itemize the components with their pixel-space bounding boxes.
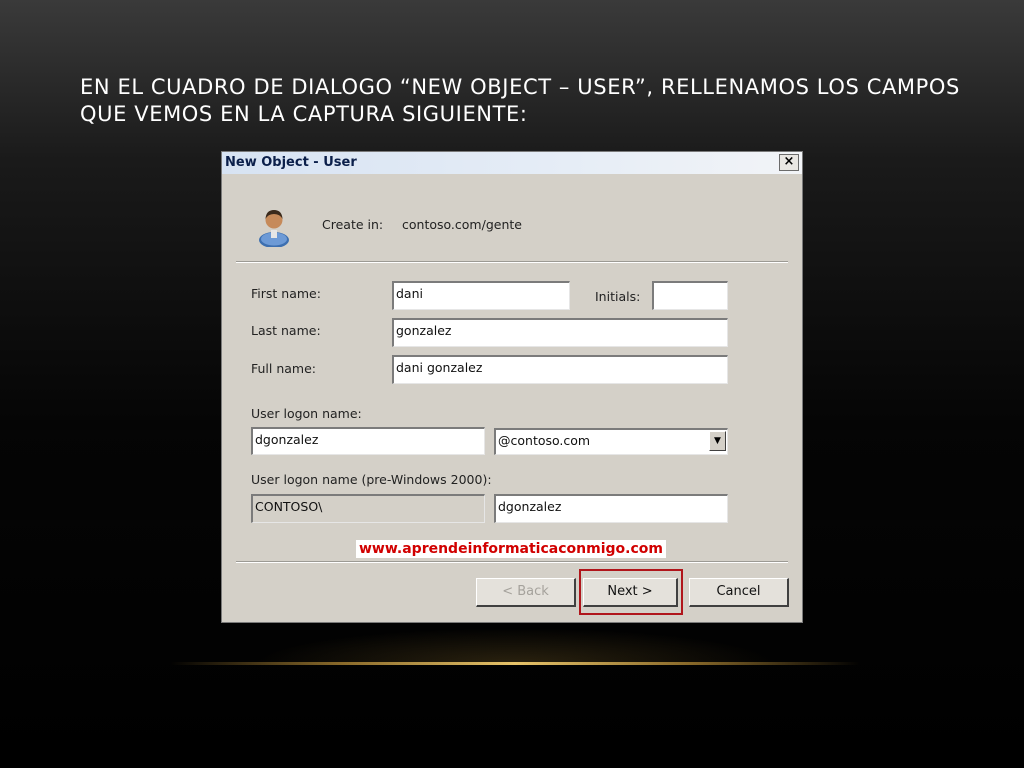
close-button[interactable]: × (779, 154, 799, 171)
new-object-user-dialog: New Object - User × Create in: contoso.c… (221, 151, 803, 623)
accent-glow (250, 628, 780, 664)
logon-name-label: User logon name: (251, 406, 362, 421)
pre2000-name-field[interactable]: dgonzalez (494, 494, 728, 523)
full-name-field[interactable]: dani gonzalez (392, 355, 728, 384)
dialog-title: New Object - User (225, 155, 357, 170)
pre2000-domain-field: CONTOSO\ (251, 494, 485, 523)
cancel-button[interactable]: Cancel (689, 578, 789, 607)
user-icon (259, 210, 289, 247)
domain-select-value: @contoso.com (498, 433, 591, 448)
create-in-label: Create in: (322, 217, 384, 232)
last-name-label: Last name: (251, 323, 321, 338)
pre2000-label: User logon name (pre-Windows 2000): (251, 472, 492, 487)
dialog-titlebar[interactable]: New Object - User × (222, 152, 802, 174)
separator-bottom (236, 561, 788, 563)
domain-select[interactable]: @contoso.com ▼ (494, 428, 728, 455)
first-name-field[interactable]: dani (392, 281, 570, 310)
first-name-label: First name: (251, 286, 321, 301)
next-highlight-box (579, 569, 683, 615)
initials-field[interactable] (652, 281, 728, 310)
watermark-url: www.aprendeinformaticaconmigo.com (356, 540, 666, 558)
slide-title: EN EL CUADRO DE DIALOGO “NEW OBJECT – US… (80, 75, 960, 126)
logon-name-field[interactable]: dgonzalez (251, 427, 485, 455)
back-button[interactable]: < Back (476, 578, 576, 607)
last-name-field[interactable]: gonzalez (392, 318, 728, 347)
separator-top (236, 261, 788, 263)
full-name-label: Full name: (251, 361, 317, 376)
initials-label: Initials: (595, 289, 641, 304)
chevron-down-icon[interactable]: ▼ (709, 431, 726, 451)
accent-line (170, 662, 860, 665)
create-in-value: contoso.com/gente (402, 217, 522, 232)
